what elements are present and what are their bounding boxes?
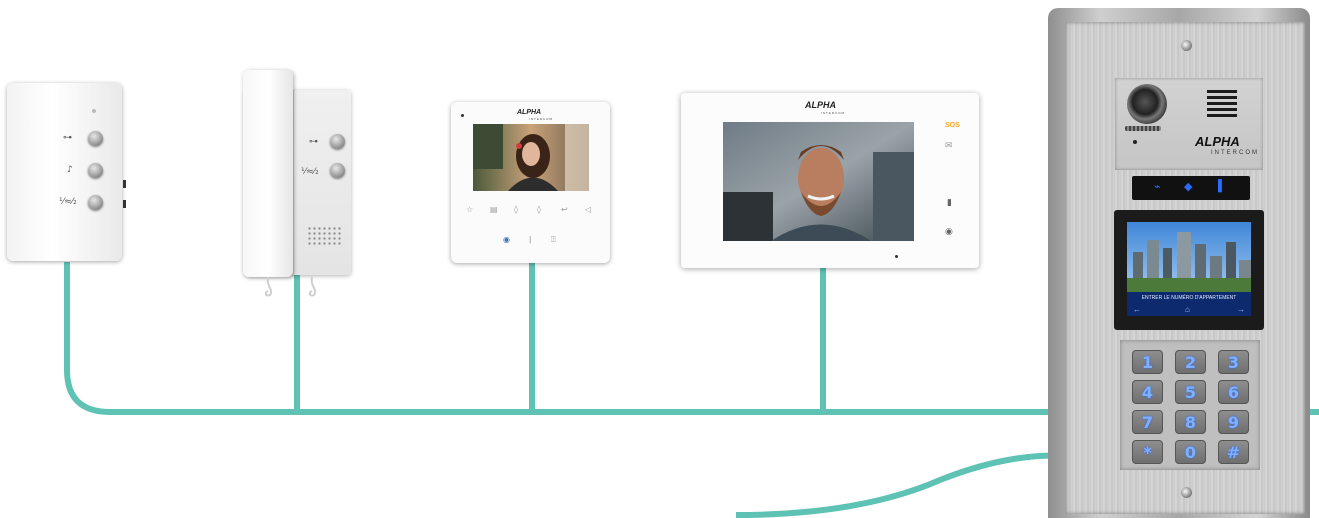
call-icon: ⅟≈⁄₂ [59,197,77,207]
unlock-button[interactable] [330,134,345,149]
status-icon: ◆ [1184,181,1193,193]
led-indicator [92,109,96,113]
answer-icon[interactable]: ◉ [503,235,510,244]
brand-logo: ALPHA [1195,134,1240,149]
key-9[interactable]: 9 [1218,410,1249,434]
star-icon[interactable]: ☆ [466,205,473,214]
key-6[interactable]: 6 [1218,380,1249,404]
key-star[interactable]: * [1132,440,1163,464]
key-7[interactable]: 7 [1132,410,1163,434]
brand-logo: ALPHA [805,100,836,110]
handset-intercom-front [294,90,351,275]
unlock-icon[interactable]: ⍐ [551,235,556,245]
arrow-right-icon: → [1237,305,1245,314]
camera-dot [461,114,464,117]
speaker-grille [1207,90,1237,120]
monitor-screen [473,124,589,191]
key-8[interactable]: 8 [1175,410,1206,434]
visitor-photo [723,122,914,241]
menu-icon[interactable]: ▤ [490,205,498,214]
camera-module: ALPHA INTERCOM [1115,78,1263,170]
message-icon[interactable]: ✉ [945,141,953,151]
key-3[interactable]: 3 [1218,350,1249,374]
unlock-button[interactable] [88,131,103,146]
microphone-grille [1125,126,1161,131]
brand-sub: INTERCOM [821,111,845,115]
key-icon: ⊶ [309,137,318,147]
bell-icon: ♪ [67,165,73,175]
call-button[interactable] [330,163,345,178]
video-monitor-large: ALPHA INTERCOM SOS ✉ ▮ ◉ [681,93,979,268]
audio-indoor-unit: ⊶ ♪ ⅟≈⁄₂ [7,83,122,261]
brand-sub: INTERCOM [529,117,553,121]
key-icon: ⊶ [63,133,72,143]
key-2[interactable]: 2 [1175,350,1206,374]
brand-sub: INTERCOM [1211,150,1259,156]
side-switch[interactable] [123,180,126,188]
camera-lens-icon [1127,84,1167,124]
sos-label[interactable]: SOS [945,122,960,129]
coil-cord [264,276,317,297]
side-switch[interactable] [123,200,126,208]
speaker-grille [307,226,341,246]
city-skyline-image [1127,222,1251,316]
handset-receiver[interactable] [243,70,293,277]
camera-icon[interactable]: ◊ [537,205,541,214]
key-hash[interactable]: # [1218,440,1249,464]
status-icon: ⌁ [1154,181,1161,193]
lcd-prompt-text: ENTRER LE NUMÉRO D'APPARTEMENT [1141,295,1237,301]
visitor-photo [473,124,589,191]
back-icon[interactable]: ↩ [561,205,568,214]
key-1[interactable]: 1 [1132,350,1163,374]
home-icon: ⌂ [1185,305,1190,314]
screw-icon [1181,487,1192,498]
screw-icon [1181,40,1192,51]
status-icon: ▐ [1214,180,1222,192]
monitor-icon[interactable]: ◊ [514,205,518,214]
door-icon[interactable]: ▮ [947,198,952,208]
answer-icon[interactable]: ◉ [945,227,953,237]
power-wire [735,452,1071,518]
name-strip: ⌁ ◆ ▐ [1132,176,1250,200]
monitor-screen [723,122,914,241]
call-icon: ⅟≈⁄₂ [301,167,319,177]
lcd-screen: ENTRER LE NUMÉRO D'APPARTEMENT ← ⌂ → [1127,222,1251,316]
keypad: 1 2 3 4 5 6 7 8 9 * 0 # [1120,340,1260,470]
key-5[interactable]: 5 [1175,380,1206,404]
divider-icon: ǀ [529,235,532,244]
video-monitor-small: ALPHA INTERCOM ☆ ▤ ◊ ◊ ↩ ◁ ◉ ǀ ⍐ [451,102,610,263]
microphone-dot [895,255,898,258]
key-4[interactable]: 4 [1132,380,1163,404]
key-0[interactable]: 0 [1175,440,1206,464]
volume-icon[interactable]: ◁ [585,205,591,214]
arrow-left-icon: ← [1133,305,1141,314]
bell-button[interactable] [88,163,103,178]
brand-logo: ALPHA [517,109,542,116]
call-button[interactable] [88,195,103,210]
led-indicator [1133,140,1137,144]
